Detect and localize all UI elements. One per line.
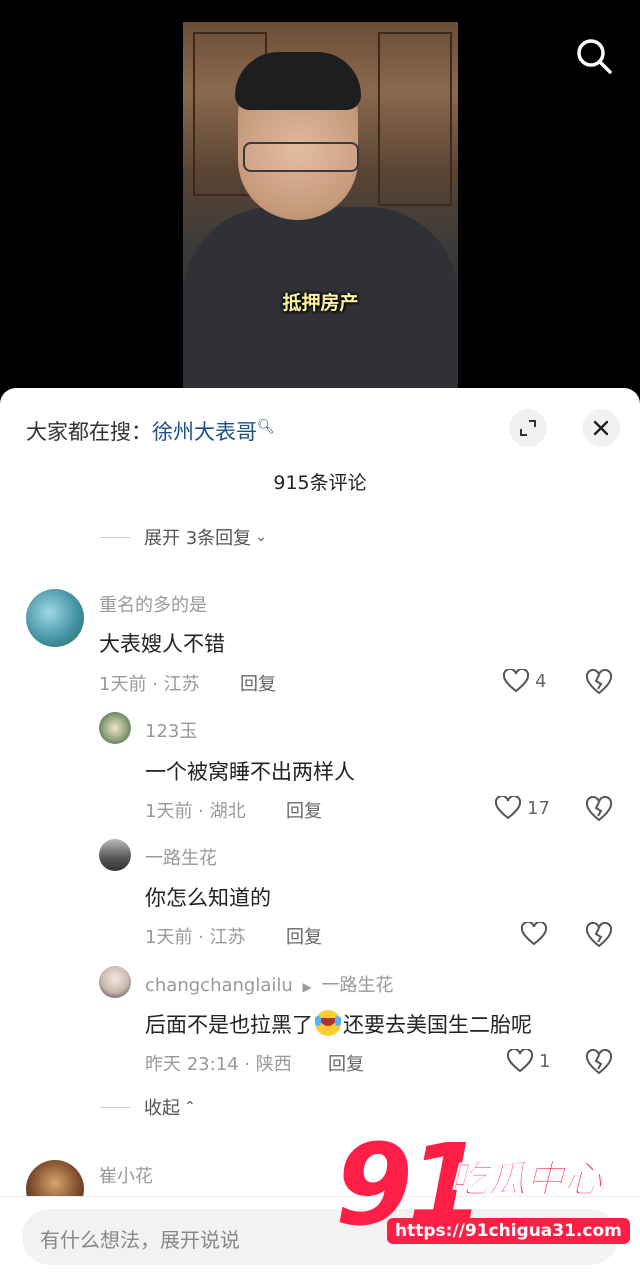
search-button[interactable] [574, 36, 614, 76]
reply-button[interactable]: 回复 [286, 797, 322, 823]
reply-to-username[interactable]: 一路生花 [321, 975, 393, 996]
watermark-logo: 91 吃瓜中心 https://91chigua31.com [335, 1130, 635, 1268]
avatar[interactable] [99, 839, 131, 871]
like-button[interactable]: 1 [507, 1049, 550, 1073]
comment-text: 一个被窝睡不出两样人 [145, 760, 355, 784]
heart-icon [495, 796, 521, 820]
avatar[interactable] [26, 589, 84, 647]
avatar[interactable] [99, 712, 131, 744]
dislike-button[interactable] [585, 668, 613, 699]
laugh-cry-emoji [315, 1010, 341, 1036]
like-button[interactable]: 17 [495, 796, 550, 820]
reply-username[interactable]: changchanglailu [145, 975, 293, 996]
comment-text: 你怎么知道的 [145, 886, 271, 910]
watermark-brand: 吃瓜中心 [449, 1157, 603, 1202]
comment-count: 915条评论 [273, 472, 367, 494]
like-button[interactable] [521, 922, 553, 946]
comment-username[interactable]: changchanglailu ▶ 一路生花 [145, 971, 393, 997]
comment-text: 大表嫂人不错 [99, 632, 225, 656]
divider-line [100, 1106, 130, 1108]
expand-icon [520, 420, 536, 436]
reply-arrow-icon: ▶ [302, 980, 312, 994]
search-small-icon: 🔍︎ [257, 419, 275, 435]
video-frame[interactable]: 抵押房产 [183, 22, 458, 400]
comment-username[interactable]: 崔小花 [99, 1162, 153, 1188]
broken-heart-icon [585, 1048, 613, 1075]
video-player[interactable]: 抵押房产 [0, 0, 640, 400]
expand-replies-button[interactable]: 展开 3条回复 ⌄ [100, 524, 267, 550]
expand-replies-label: 展开 3条回复 [144, 528, 252, 549]
comment-meta: 1天前 · 江苏 [145, 927, 246, 948]
person-glasses [243, 142, 359, 172]
comment-meta: 昨天 23:14 · 陕西 [145, 1054, 292, 1075]
watermark-url: https://91chigua31.com [387, 1218, 630, 1244]
like-count: 1 [539, 1050, 551, 1072]
background-shelf [378, 32, 452, 206]
search-suggestion-prefix: 大家都在搜： [26, 420, 152, 444]
collapse-label: 收起 [144, 1098, 180, 1119]
comment-text-part: 还要去美国生二胎呢 [343, 1013, 532, 1037]
comment-username[interactable]: 123玉 [145, 717, 197, 743]
expand-button[interactable] [509, 409, 547, 447]
heart-icon [521, 922, 547, 946]
person-hair [235, 52, 361, 110]
avatar[interactable] [99, 966, 131, 998]
comment-input-placeholder: 有什么想法，展开说说 [40, 1228, 240, 1252]
divider-line [100, 536, 130, 538]
broken-heart-icon [585, 668, 613, 695]
comment-meta: 1天前 · 湖北 [145, 801, 246, 822]
like-button[interactable]: 4 [503, 669, 546, 693]
search-suggestion[interactable]: 大家都在搜：徐州大表哥🔍︎ [26, 416, 275, 446]
reply-button[interactable]: 回复 [286, 923, 322, 949]
video-subtitle: 抵押房产 [282, 292, 359, 314]
reply-button[interactable]: 回复 [240, 670, 276, 696]
heart-icon [503, 669, 529, 693]
comment-username[interactable]: 一路生花 [145, 844, 217, 870]
collapse-replies-button[interactable]: 收起 ⌃ [100, 1094, 196, 1120]
reply-button[interactable]: 回复 [328, 1050, 364, 1076]
heart-icon [507, 1049, 533, 1073]
dislike-button[interactable] [585, 921, 613, 952]
close-button[interactable] [582, 409, 620, 447]
dislike-button[interactable] [585, 795, 613, 826]
comment-text-part: 后面不是也拉黑了 [145, 1013, 313, 1037]
comment-meta: 1天前 · 江苏 [99, 674, 200, 695]
like-count: 17 [527, 797, 550, 819]
search-suggestion-link[interactable]: 徐州大表哥 [152, 420, 257, 444]
search-icon [577, 39, 612, 74]
like-count: 4 [535, 670, 547, 692]
comment-text: 后面不是也拉黑了 还要去美国生二胎呢 [145, 1009, 532, 1039]
close-icon [593, 420, 609, 436]
comment-username[interactable]: 重名的多的是 [99, 591, 207, 617]
broken-heart-icon [585, 921, 613, 948]
dislike-button[interactable] [585, 1048, 613, 1079]
broken-heart-icon [585, 795, 613, 822]
chevron-down-icon: ⌄ [255, 529, 267, 545]
chevron-up-icon: ⌃ [184, 1099, 196, 1115]
